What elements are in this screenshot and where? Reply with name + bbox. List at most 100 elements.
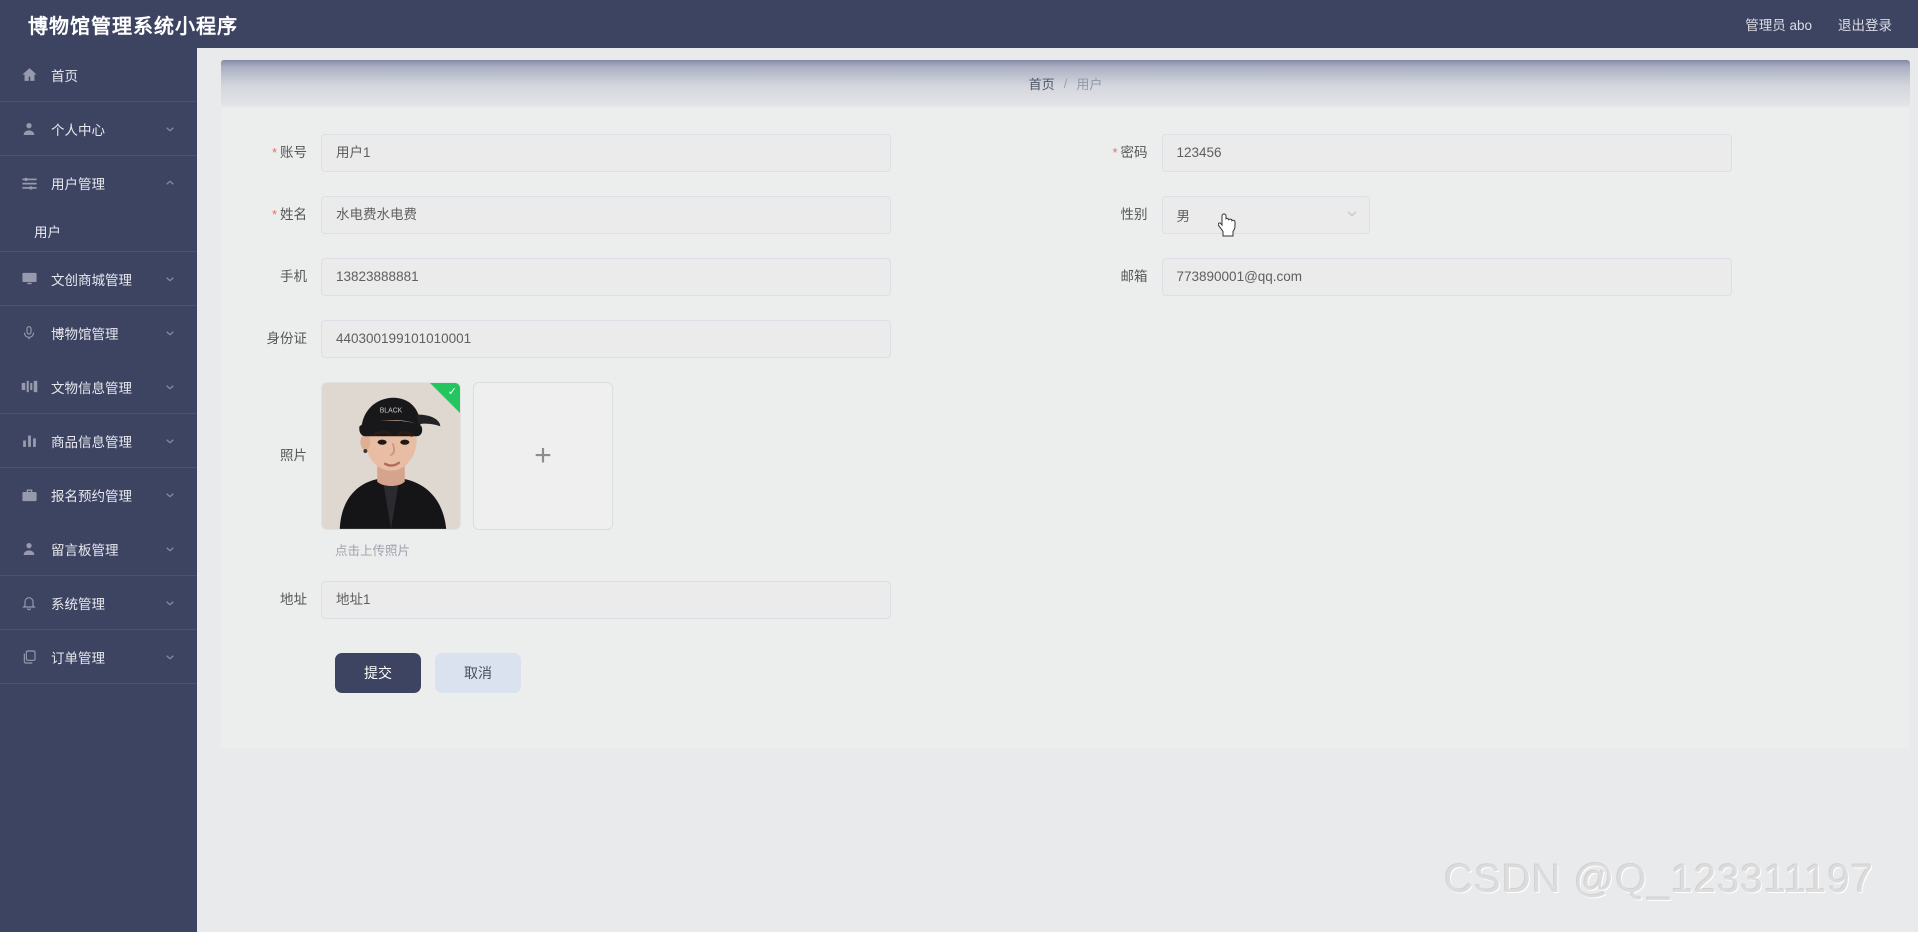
sidebar-item-user-management[interactable]: 用户管理: [0, 156, 197, 210]
form-row-photo: 照片 BLACK ✓ + 点击上传照片: [229, 382, 1910, 581]
phone-input[interactable]: 13823888881: [321, 258, 891, 296]
sidebar-item-personal-center[interactable]: 个人中心: [0, 102, 197, 156]
form-item-email: 邮箱 773890001@qq.com: [1070, 258, 1911, 296]
password-label-wrap: * 密码: [1070, 134, 1162, 172]
chevron-up-icon[interactable]: [165, 178, 175, 188]
sidebar-item-museum-management[interactable]: 博物馆管理: [0, 306, 197, 360]
form-row-phone-email: 手机 13823888881 邮箱 773890001@qq.com: [229, 258, 1910, 320]
form-item-photo: 照片 BLACK ✓ +: [229, 382, 1070, 530]
address-control: 地址1: [321, 581, 1070, 619]
bar-chart-icon: [20, 432, 38, 450]
check-mark-icon: ✓: [447, 386, 457, 398]
sidebar-item-system-management[interactable]: 系统管理: [0, 576, 197, 630]
user-form-card: * 账号 用户1 * 密码 123456 * 姓名 水电费水电费 性别 男 手机…: [221, 108, 1910, 748]
phone-label-wrap: 手机: [229, 258, 321, 296]
monitor-icon: [20, 270, 38, 288]
sidebar-item-cultural-mall-management[interactable]: 文创商城管理: [0, 252, 197, 306]
photo-label: 照片: [280, 448, 307, 463]
gender-control: 男: [1161, 196, 1911, 234]
sidebar-item-relic-info-management[interactable]: 文物信息管理: [0, 360, 197, 414]
chevron-down-icon[interactable]: [165, 124, 175, 134]
chevron-down-icon[interactable]: [165, 652, 175, 662]
sidebar-item-label: 文物信息管理: [51, 380, 132, 396]
cancel-button[interactable]: 取消: [435, 653, 521, 693]
sidebar-item-label: 文创商城管理: [51, 272, 132, 288]
sidebar-item-home[interactable]: 首页: [0, 48, 197, 102]
person-icon: [20, 540, 38, 558]
home-icon: [20, 66, 38, 84]
photo-thumbnail[interactable]: BLACK ✓: [321, 382, 461, 530]
logout-button[interactable]: 退出登录: [1838, 14, 1892, 34]
chevron-down-icon[interactable]: [165, 328, 175, 338]
form-row-actions: 提交 取消: [229, 643, 1910, 693]
breadcrumb-separator: /: [1063, 75, 1068, 91]
breadcrumb-home-link[interactable]: 首页: [1029, 74, 1055, 93]
gender-label: 性别: [1120, 207, 1148, 222]
submit-button[interactable]: 提交: [335, 653, 421, 693]
phone-label: 手机: [280, 269, 307, 284]
form-row-id-card: 身份证 440300199101010001: [229, 320, 1910, 382]
form-action-buttons: 提交 取消: [335, 653, 521, 693]
form-col-right: 邮箱 773890001@qq.com: [1070, 258, 1911, 320]
main-content: 首页 / 用户 * 账号 用户1 * 密码 123456 * 姓名 水电费水电费…: [197, 48, 1918, 932]
sidebar-item-label: 订单管理: [51, 650, 105, 666]
form-item-gender: 性别 男: [1070, 196, 1911, 234]
name-control: 水电费水电费: [321, 196, 1070, 234]
breadcrumb-bar: 首页 / 用户: [221, 60, 1910, 106]
sidebar-item-label: 博物馆管理: [51, 327, 119, 342]
photo-control: BLACK ✓ +: [321, 382, 1070, 530]
briefcase-icon: [20, 486, 38, 504]
form-row-account-password: * 账号 用户1 * 密码 123456: [229, 134, 1910, 196]
form-item-password: * 密码 123456: [1070, 134, 1911, 172]
user-form: * 账号 用户1 * 密码 123456 * 姓名 水电费水电费 性别 男 手机…: [221, 134, 1910, 693]
sidebar-item-order-management[interactable]: 订单管理: [0, 630, 197, 684]
breadcrumb: 首页 / 用户: [1029, 74, 1103, 93]
form-col-left: 身份证 440300199101010001: [229, 320, 1070, 382]
form-item-name: * 姓名 水电费水电费: [229, 196, 1070, 234]
gender-selected-value: 男: [1176, 209, 1191, 224]
user-icon: [20, 120, 38, 138]
address-input[interactable]: 地址1: [321, 581, 891, 619]
photo-upload-hint: 点击上传照片: [335, 544, 411, 558]
sidebar-item-label: 留言板管理: [51, 542, 119, 558]
grid-icon: [20, 378, 38, 396]
name-input[interactable]: 水电费水电费: [321, 196, 891, 234]
account-label: 账号: [280, 145, 307, 160]
email-control: 773890001@qq.com: [1161, 258, 1911, 296]
form-col-right: * 密码 123456: [1070, 134, 1911, 196]
form-item-phone: 手机 13823888881: [229, 258, 1070, 296]
sidebar-item-product-info-management[interactable]: 商品信息管理: [0, 414, 197, 468]
chevron-down-icon[interactable]: [165, 382, 175, 392]
sidebar-nav[interactable]: 首页 个人中心 用户管理 用户 文创商城管理 博物馆管理 文物信息管理 商品信息…: [0, 48, 197, 932]
account-input[interactable]: 用户1: [321, 134, 891, 172]
sidebar-item-reservation-management[interactable]: 报名预约管理: [0, 468, 197, 522]
chevron-down-icon[interactable]: [165, 436, 175, 446]
sidebar-subitem-user[interactable]: 用户: [0, 210, 197, 252]
chevron-down-icon[interactable]: [165, 544, 175, 554]
sidebar-item-label: 个人中心: [51, 122, 105, 138]
breadcrumb-current: 用户: [1076, 76, 1103, 92]
sidebar-item-label: 报名预约管理: [51, 489, 132, 504]
form-col-left: 手机 13823888881: [229, 258, 1070, 320]
form-col-left: 地址 地址1: [229, 581, 1070, 643]
email-label-wrap: 邮箱: [1070, 258, 1162, 296]
sidebar-subitem-label: 用户: [34, 224, 61, 240]
chevron-down-icon[interactable]: [165, 490, 175, 500]
bell-icon: [20, 594, 38, 612]
gender-select[interactable]: 男: [1161, 196, 1370, 234]
id-card-input[interactable]: 440300199101010001: [321, 320, 891, 358]
email-input[interactable]: 773890001@qq.com: [1161, 258, 1732, 296]
header-actions: 管理员 abo 退出登录: [1745, 14, 1892, 34]
id-card-label: 身份证: [266, 331, 308, 346]
phone-control: 13823888881: [321, 258, 1070, 296]
form-col-right-empty: [1070, 320, 1911, 382]
chevron-down-icon: [1346, 208, 1358, 223]
sidebar-item-label: 商品信息管理: [51, 434, 132, 450]
app-title: 博物馆管理系统小程序: [28, 15, 238, 38]
photo-add-button[interactable]: +: [473, 382, 613, 530]
chevron-down-icon[interactable]: [165, 274, 175, 284]
password-input[interactable]: 123456: [1161, 134, 1732, 172]
sidebar-item-message-board-management[interactable]: 留言板管理: [0, 522, 197, 576]
microphone-icon: [20, 324, 38, 342]
chevron-down-icon[interactable]: [165, 598, 175, 608]
